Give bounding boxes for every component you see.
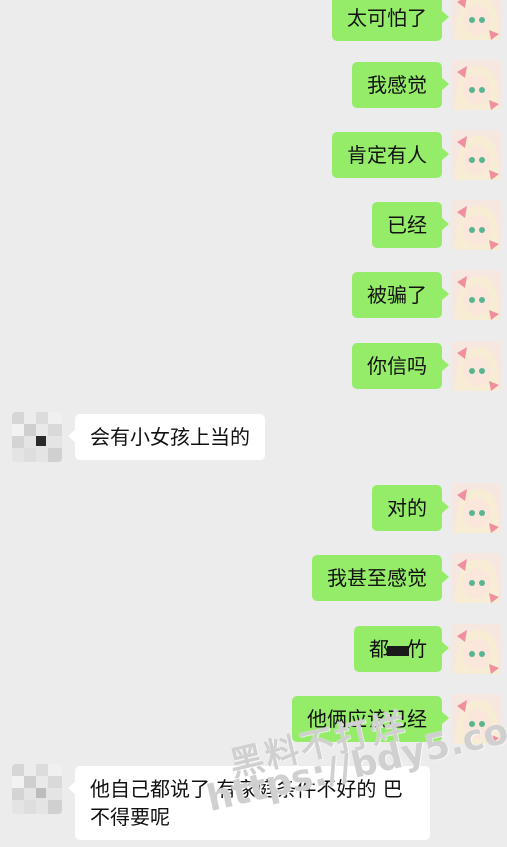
message-row: 我感觉 [0,60,507,110]
message-bubble-sent[interactable]: 都竹 [354,626,449,672]
message-row: 被骗了 [0,270,507,320]
message-row: 他自己都说了 有家庭条件不好的 巴不得要呢 [0,764,507,844]
message-row: 已经 [0,200,507,250]
anime-girl-icon [451,624,501,674]
my-avatar[interactable] [451,130,501,180]
contact-avatar[interactable] [12,412,62,462]
anime-girl-icon [451,130,501,180]
anime-girl-icon [451,60,501,110]
message-row: 太可怕了 [0,0,507,45]
my-avatar[interactable] [451,0,501,40]
message-bubble-sent[interactable]: 被骗了 [352,272,449,318]
message-bubble-sent[interactable]: 你信吗 [352,343,449,389]
message-bubble-sent[interactable]: 对的 [372,485,449,531]
censor-block [387,645,409,656]
message-bubble-received[interactable]: 会有小女孩上当的 [68,414,265,460]
message-row: 对的 [0,483,507,533]
chat-view[interactable]: 太可怕了 我感觉 肯定有人 已经 被骗了 你信吗 会有小女孩上当的 对的 我甚至… [0,0,507,847]
pixelated-avatar-icon [12,412,62,462]
my-avatar[interactable] [451,341,501,391]
anime-girl-icon [451,694,501,744]
my-avatar[interactable] [451,60,501,110]
contact-avatar[interactable] [12,764,62,814]
message-bubble-sent[interactable]: 我感觉 [352,62,449,108]
message-row: 我甚至感觉 [0,553,507,603]
anime-girl-icon [451,0,501,40]
pixelated-avatar-icon [12,764,62,814]
my-avatar[interactable] [451,270,501,320]
message-row: 都竹 [0,624,507,674]
message-bubble-sent[interactable]: 他俩应该已经 [292,696,449,742]
message-row: 他俩应该已经 [0,694,507,744]
my-avatar[interactable] [451,200,501,250]
message-bubble-received[interactable]: 他自己都说了 有家庭条件不好的 巴不得要呢 [68,766,430,840]
message-bubble-sent[interactable]: 我甚至感觉 [312,555,449,601]
message-bubble-sent[interactable]: 太可怕了 [332,0,449,41]
my-avatar[interactable] [451,483,501,533]
my-avatar[interactable] [451,624,501,674]
message-row: 你信吗 [0,341,507,391]
anime-girl-icon [451,341,501,391]
anime-girl-icon [451,483,501,533]
message-row: 肯定有人 [0,130,507,180]
message-bubble-sent[interactable]: 肯定有人 [332,132,449,178]
my-avatar[interactable] [451,694,501,744]
anime-girl-icon [451,270,501,320]
anime-girl-icon [451,200,501,250]
message-row: 会有小女孩上当的 [0,412,507,467]
anime-girl-icon [451,553,501,603]
my-avatar[interactable] [451,553,501,603]
message-text-end: 竹 [407,637,427,661]
message-text-start: 都 [369,637,389,661]
message-bubble-sent[interactable]: 已经 [372,202,449,248]
